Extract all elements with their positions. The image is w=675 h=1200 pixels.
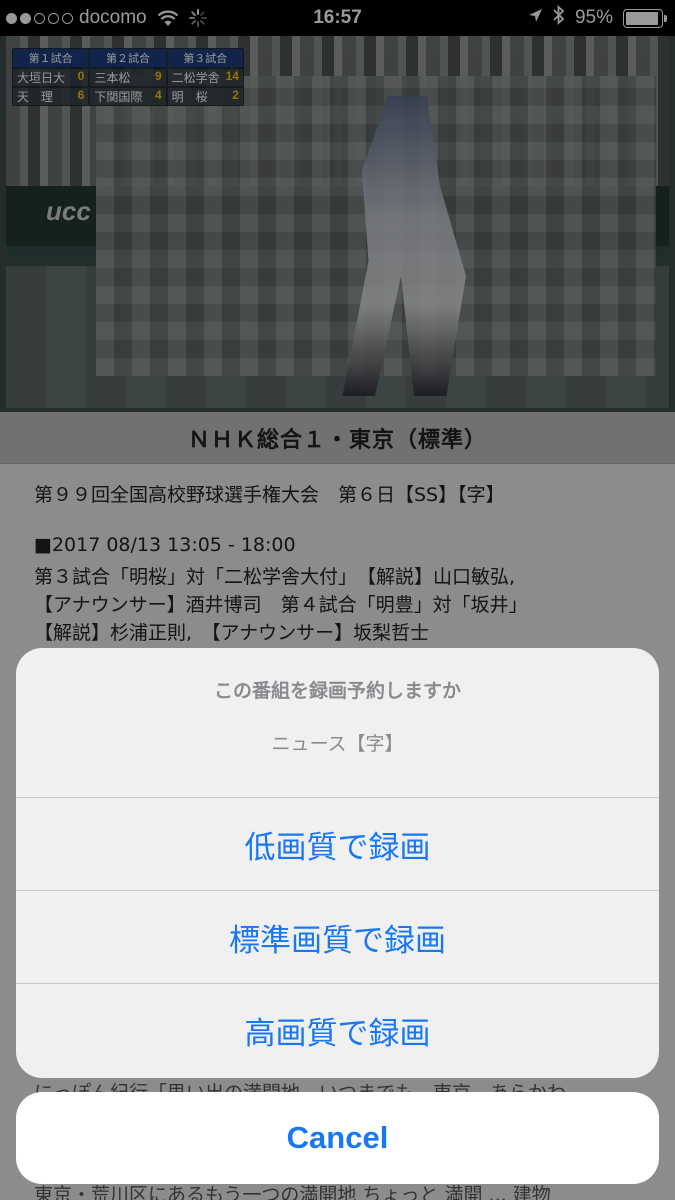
action-sheet-subtitle: ニュース【字】 (271, 733, 404, 755)
record-standard-quality-button[interactable]: 標準画質で録画 (16, 891, 659, 984)
action-sheet-header: この番組を録画予約しますか ニュース【字】 (16, 648, 659, 798)
record-high-quality-button[interactable]: 高画質で録画 (16, 984, 659, 1077)
action-sheet-title: この番組を録画予約しますか (213, 680, 461, 702)
cancel-button[interactable]: Cancel (16, 1092, 659, 1184)
record-action-sheet: この番組を録画予約しますか ニュース【字】 低画質で録画 標準画質で録画 高画質… (16, 648, 659, 1078)
record-low-quality-button[interactable]: 低画質で録画 (16, 798, 659, 891)
